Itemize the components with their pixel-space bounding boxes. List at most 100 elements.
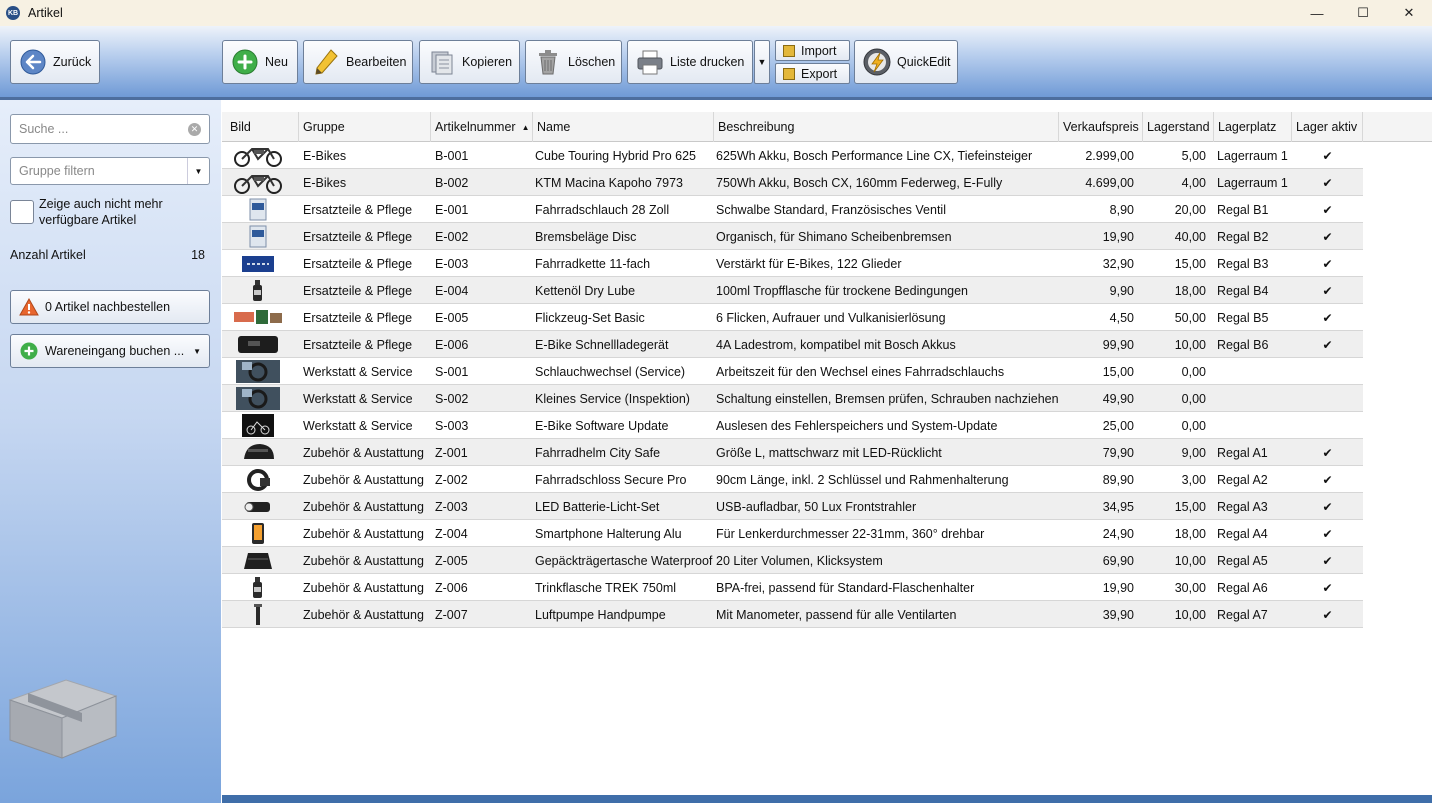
reorder-label: 0 Artikel nachbestellen (45, 300, 171, 314)
column-header-name[interactable]: Name (533, 112, 714, 142)
table-row[interactable]: Zubehör & Austattung Z-006 Trinkflasche TR… (222, 574, 1363, 601)
cell-description: USB-aufladbar, 50 Lux Frontstrahler (716, 499, 917, 514)
maximize-button[interactable]: ☐ (1340, 0, 1386, 26)
table-row[interactable]: Zubehör & Austattung Z-003 LED Batterie-Li… (222, 493, 1363, 520)
column-header-price[interactable]: Verkaufspreis (1059, 112, 1143, 142)
export-label: Export (801, 66, 838, 81)
cell-name: Trinkflasche TREK 750ml (535, 580, 677, 595)
close-button[interactable]: ✕ (1386, 0, 1432, 26)
product-thumbnail (232, 576, 284, 599)
cell-group: Ersatzteile & Pflege (303, 256, 413, 271)
cell-location: Regal B1 (1217, 202, 1269, 217)
copy-button[interactable]: Kopieren (419, 40, 520, 84)
print-list-button[interactable]: Liste drucken (627, 40, 753, 84)
edit-label: Bearbeiten (346, 55, 407, 69)
delete-button[interactable]: Löschen (525, 40, 622, 84)
search-box: ✕ (10, 114, 210, 144)
column-header-stock-active[interactable]: Lager aktiv (1292, 112, 1363, 142)
cell-group: Zubehör & Austattung (303, 499, 424, 514)
table-row[interactable]: Zubehör & Austattung Z-005 Gepäckträgertas… (222, 547, 1363, 574)
table-row[interactable]: Werkstatt & Service S-003 E-Bike Software … (222, 412, 1363, 439)
cell-price: 24,90 (1102, 526, 1134, 541)
table-row[interactable]: Werkstatt & Service S-002 Kleines Service … (222, 385, 1363, 412)
table-row[interactable]: Ersatzteile & Pflege E-003 Fahrradkette 11… (222, 250, 1363, 277)
cell-group: Werkstatt & Service (303, 364, 413, 379)
cell-description: Für Lenkerdurchmesser 22-31mm, 360° dreh… (716, 526, 985, 541)
cell-price: 15,00 (1102, 364, 1134, 379)
product-thumbnail (232, 306, 284, 329)
edit-button[interactable]: Bearbeiten (303, 40, 413, 84)
table-row[interactable]: Ersatzteile & Pflege E-001 Fahrradschlauch… (222, 196, 1363, 223)
column-header-article-number[interactable]: Artikelnummer ▲ (431, 112, 533, 142)
product-thumbnail (232, 225, 284, 248)
print-options-dropdown[interactable]: ▼ (754, 40, 770, 84)
cell-stock-active: ✔ (1322, 175, 1333, 190)
cell-group: E-Bikes (303, 175, 347, 190)
show-unavailable-checkbox[interactable] (10, 200, 34, 224)
column-header-article-number-label: Artikelnummer (435, 120, 516, 134)
table-row[interactable]: Ersatzteile & Pflege E-005 Flickzeug-Set B… (222, 304, 1363, 331)
delete-label: Löschen (568, 55, 616, 69)
export-button[interactable]: Export (775, 63, 850, 84)
group-filter-input[interactable] (19, 164, 179, 178)
table-row[interactable]: Zubehör & Austattung Z-002 Fahrradschloss … (222, 466, 1363, 493)
column-header-image[interactable]: Bild (226, 112, 299, 142)
product-thumbnail (232, 333, 284, 356)
cell-article-number: Z-005 (435, 553, 468, 568)
cell-stock-active: ✔ (1322, 337, 1333, 352)
cell-article-number: Z-007 (435, 607, 468, 622)
search-input[interactable] (19, 122, 179, 136)
chevron-down-icon[interactable]: ▼ (187, 158, 209, 184)
column-header-description[interactable]: Beschreibung (714, 112, 1059, 142)
new-label: Neu (265, 55, 288, 69)
column-header-group[interactable]: Gruppe (299, 112, 431, 142)
cell-article-number: Z-003 (435, 499, 468, 514)
cell-stock-active: ✔ (1322, 148, 1333, 163)
quickedit-label: QuickEdit (897, 55, 951, 69)
reorder-button[interactable]: 0 Artikel nachbestellen (10, 290, 210, 324)
import-icon (783, 44, 795, 57)
new-button[interactable]: Neu (222, 40, 298, 84)
cell-price: 19,90 (1102, 229, 1134, 244)
minimize-button[interactable]: — (1294, 0, 1340, 26)
cell-group: Ersatzteile & Pflege (303, 283, 413, 298)
column-header-stock[interactable]: Lagerstand (1143, 112, 1214, 142)
quickedit-button[interactable]: QuickEdit (854, 40, 958, 84)
clear-search-icon[interactable]: ✕ (188, 122, 201, 136)
window-title: Artikel (28, 6, 63, 20)
table-row[interactable]: Ersatzteile & Pflege E-004 Kettenöl Dry Lu… (222, 277, 1363, 304)
table-row[interactable]: Werkstatt & Service S-001 Schlauchwechsel … (222, 358, 1363, 385)
cell-name: Cube Touring Hybrid Pro 625 (535, 148, 696, 163)
import-button[interactable]: Import (775, 40, 850, 61)
table-row[interactable]: E-Bikes B-002 KTM Macina Kapoho 7973 750Wh … (222, 169, 1363, 196)
cell-stock-active: ✔ (1322, 445, 1333, 460)
table-row[interactable]: Zubehör & Austattung Z-001 Fahrradhelm Cit… (222, 439, 1363, 466)
table-row[interactable]: E-Bikes B-001 Cube Touring Hybrid Pro 625 6… (222, 142, 1363, 169)
cell-location: Regal B5 (1217, 310, 1269, 325)
table-row[interactable]: Zubehör & Austattung Z-007 Luftpumpe Handp… (222, 601, 1363, 628)
cell-stock-active (1292, 385, 1363, 412)
grid-footer-bar (222, 795, 1432, 803)
goods-in-button[interactable]: Wareneingang buchen ... ▼ (10, 334, 210, 368)
export-icon (783, 67, 795, 80)
table-row[interactable]: Ersatzteile & Pflege E-006 E-Bike Schnelll… (222, 331, 1363, 358)
arrow-left-icon (19, 48, 47, 76)
column-header-location[interactable]: Lagerplatz (1214, 112, 1292, 142)
cell-group: Zubehör & Austattung (303, 580, 424, 595)
back-button[interactable]: Zurück (10, 40, 100, 84)
cell-article-number: E-002 (435, 229, 469, 244)
cell-location: Regal B4 (1217, 283, 1269, 298)
cell-price: 79,90 (1102, 445, 1134, 460)
cell-description: Größe L, mattschwarz mit LED-Rücklicht (716, 445, 942, 460)
cell-article-number: E-004 (435, 283, 469, 298)
cell-name: Fahrradkette 11-fach (535, 256, 651, 271)
cell-article-number: S-002 (435, 391, 469, 406)
table-row[interactable]: Zubehör & Austattung Z-004 Smartphone Halt… (222, 520, 1363, 547)
window-controls: — ☐ ✕ (1294, 0, 1432, 26)
product-thumbnail (232, 414, 284, 437)
cell-name: Schlauchwechsel (Service) (535, 364, 686, 379)
table-row[interactable]: Ersatzteile & Pflege E-002 Bremsbeläge Dis… (222, 223, 1363, 250)
cell-stock-active: ✔ (1322, 229, 1333, 244)
product-thumbnail (232, 603, 284, 626)
cell-stock: 10,00 (1174, 553, 1206, 568)
